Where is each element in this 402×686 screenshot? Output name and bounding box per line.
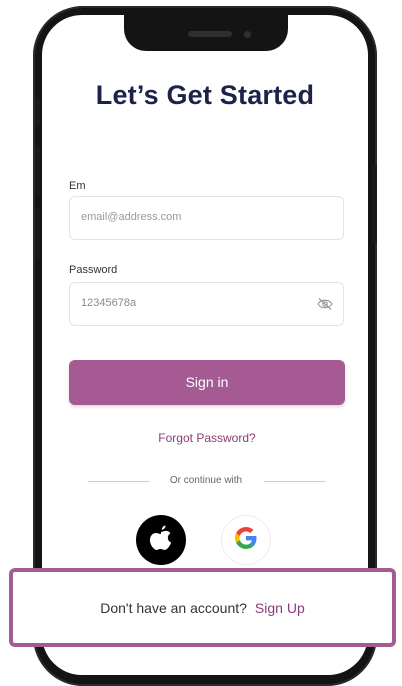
divider-text: Or continue with bbox=[169, 475, 243, 486]
sign-up-prompt: Don't have an account? bbox=[100, 600, 247, 616]
phone-volume-down bbox=[35, 208, 40, 258]
eye-off-icon[interactable] bbox=[317, 297, 333, 316]
google-icon bbox=[232, 524, 260, 557]
email-field[interactable]: email@address.com bbox=[69, 196, 344, 240]
phone-volume-up bbox=[35, 146, 40, 196]
password-label: Password bbox=[69, 264, 118, 276]
sign-up-panel: Don't have an account? Sign Up bbox=[9, 568, 396, 647]
sign-up-link[interactable]: Sign Up bbox=[255, 600, 305, 616]
google-signin-button[interactable] bbox=[221, 515, 271, 565]
phone-camera bbox=[244, 31, 251, 38]
divider-left bbox=[88, 481, 150, 482]
email-placeholder: email@address.com bbox=[81, 211, 182, 223]
apple-icon bbox=[148, 523, 174, 558]
sign-in-button[interactable]: Sign in bbox=[69, 360, 345, 405]
phone-side-button bbox=[35, 98, 40, 126]
phone-power-button bbox=[372, 164, 377, 244]
apple-signin-button[interactable] bbox=[136, 515, 186, 565]
forgot-password-link[interactable]: Forgot Password? bbox=[60, 431, 354, 445]
phone-speaker bbox=[188, 31, 232, 37]
sign-up-row: Don't have an account? Sign Up bbox=[13, 600, 392, 616]
divider-right bbox=[264, 481, 326, 482]
email-label: Em bbox=[69, 180, 86, 192]
password-field[interactable]: 12345678a bbox=[69, 282, 344, 326]
password-value: 12345678a bbox=[81, 297, 137, 309]
page-title: Let’s Get Started bbox=[95, 80, 315, 110]
